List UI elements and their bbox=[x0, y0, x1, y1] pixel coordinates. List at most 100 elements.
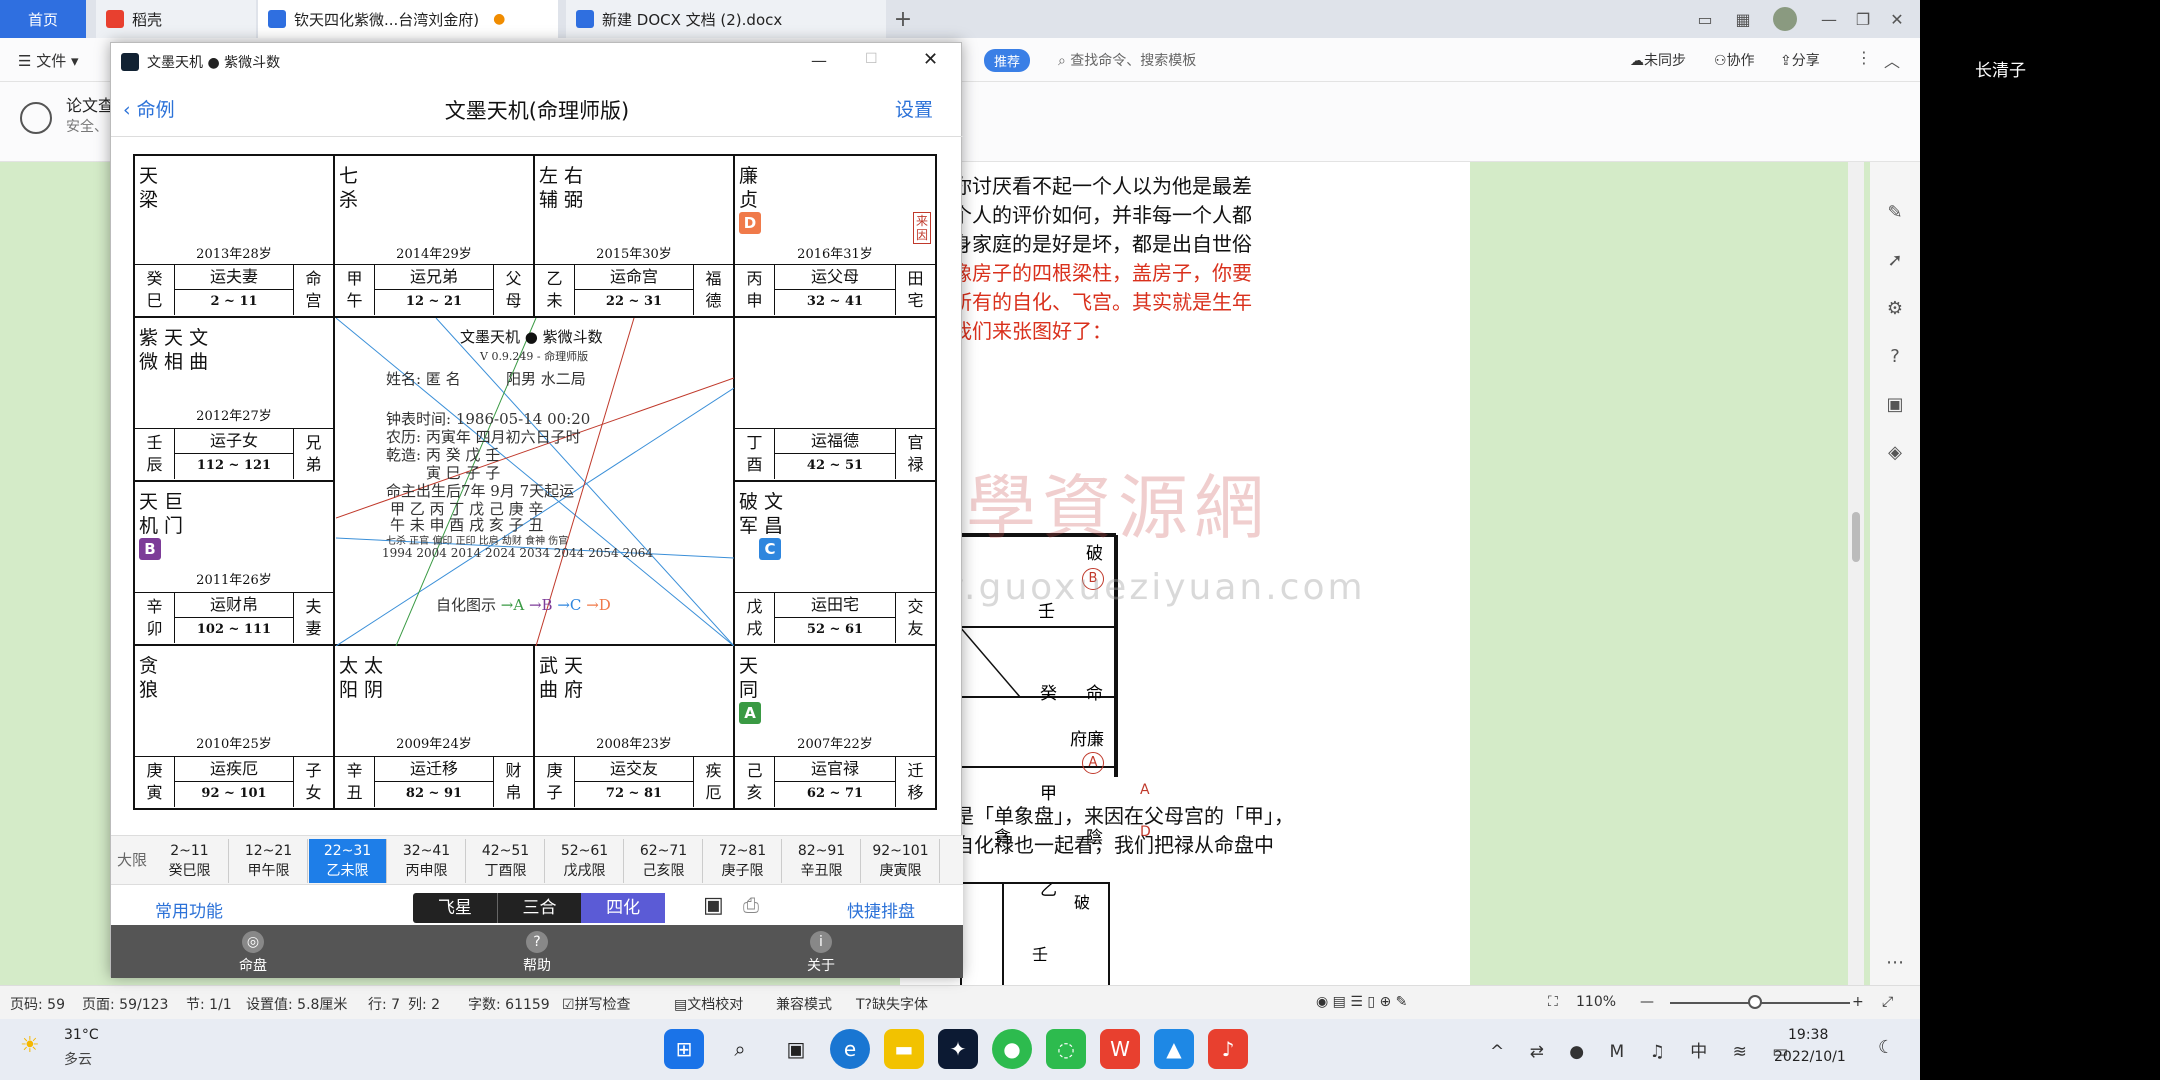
cursor-icon[interactable]: ➚ bbox=[1882, 250, 1908, 276]
daxian-gz: 癸巳限 bbox=[168, 863, 211, 879]
palace-cell[interactable]: 紫 天 文 微 相 曲 2012年27岁 壬 辰运子女 112 ~ 121 兄 弟 bbox=[133, 316, 335, 482]
common-functions-button[interactable]: 常用功能 bbox=[155, 897, 223, 922]
badge-c: C bbox=[759, 538, 781, 560]
print-icon[interactable]: ⎙ bbox=[743, 893, 759, 917]
location-icon[interactable]: ◈ bbox=[1882, 442, 1908, 468]
status-words[interactable]: 字数: 61159 bbox=[468, 994, 550, 1014]
palace-cell[interactable]: 七 杀 2014年29岁 甲 午运兄弟 12 ~ 21 父 母 bbox=[333, 154, 535, 318]
layout-icon[interactable]: ▭ bbox=[1690, 0, 1720, 38]
zoom-level[interactable]: 110% bbox=[1576, 994, 1616, 1010]
avatar[interactable] bbox=[1770, 0, 1800, 38]
help-icon[interactable]: ? bbox=[1882, 346, 1908, 372]
start-icon[interactable]: ⊞ bbox=[664, 1029, 704, 1069]
close-icon[interactable]: ✕ bbox=[923, 49, 938, 70]
daxian-item[interactable]: 42~51 丁酉限 bbox=[467, 839, 545, 883]
tab-doc2[interactable]: 新建 DOCX 文档 (2).docx bbox=[566, 0, 886, 38]
nav-chart[interactable]: ◎ 命盘 bbox=[213, 931, 293, 975]
tray-icons[interactable]: ^ ⇄ ● M ♫ 中 ≋ ▭ bbox=[1490, 1037, 1798, 1062]
palace-cell[interactable]: 丁 酉运福德 42 ~ 51 官 禄 bbox=[733, 316, 937, 482]
tab-home[interactable]: 首页 bbox=[0, 0, 86, 38]
tab-doc1[interactable]: 钦天四化紫微...台湾刘金府) ● bbox=[258, 0, 558, 38]
restore-icon[interactable]: ❐ bbox=[1848, 0, 1878, 38]
mode-sihua[interactable]: 四化 bbox=[581, 893, 666, 923]
daxian-item[interactable]: 82~91 辛丑限 bbox=[783, 839, 861, 883]
collapse-icon[interactable]: ︿ bbox=[1884, 48, 1900, 72]
command-search[interactable]: ⌕ 查找命令、搜索模板 bbox=[1058, 50, 1196, 70]
fit-icon[interactable]: ⛶ bbox=[1548, 994, 1558, 1010]
daxian-item[interactable]: 92~101 庚寅限 bbox=[862, 839, 940, 883]
collab-button[interactable]: ⚇协作 bbox=[1714, 50, 1755, 70]
taskview-icon[interactable]: ▣ bbox=[776, 1029, 816, 1069]
apps-grid-icon[interactable]: ▦ bbox=[1728, 0, 1758, 38]
recommend-badge[interactable]: 推荐 bbox=[984, 49, 1031, 72]
notification-icon[interactable]: ☾ bbox=[1878, 1037, 1894, 1058]
more-icon[interactable]: ⋮ bbox=[1856, 48, 1872, 67]
zoom-in-icon[interactable]: + bbox=[1852, 994, 1864, 1010]
zoom-out-icon[interactable]: — bbox=[1640, 994, 1654, 1010]
missing-font[interactable]: T?缺失字体 bbox=[856, 994, 928, 1014]
vertical-scrollbar[interactable] bbox=[1848, 162, 1864, 985]
palace-cell[interactable]: 左 右 辅 弼 2015年30岁 乙 未运命宫 22 ~ 31 福 德 bbox=[533, 154, 735, 318]
spell-check[interactable]: ☑拼写检查 bbox=[562, 994, 631, 1014]
adjust-icon[interactable]: ⚙ bbox=[1882, 298, 1908, 324]
wps-icon[interactable]: W bbox=[1100, 1029, 1140, 1069]
nav-about[interactable]: i 关于 bbox=[781, 931, 861, 975]
tab-daoke[interactable]: 稻壳 bbox=[96, 0, 256, 38]
more-icon[interactable]: ⋯ bbox=[1882, 952, 1908, 978]
file-menu[interactable]: ☰ 文件 ▾ bbox=[18, 50, 79, 71]
daxian-item[interactable]: 32~41 丙申限 bbox=[388, 839, 466, 883]
clock-date[interactable]: 2022/10/1 bbox=[1774, 1049, 1846, 1065]
minimize-icon[interactable]: — bbox=[811, 51, 827, 70]
daxian-item[interactable]: 12~21 甲午限 bbox=[230, 839, 308, 883]
palace-cell[interactable]: 武 天 曲 府 2008年23岁 庚 子运交友 72 ~ 81 疾 厄 bbox=[533, 644, 735, 810]
pen-icon[interactable]: ✎ bbox=[1882, 202, 1908, 228]
ziwei-app-icon[interactable]: ✦ bbox=[938, 1029, 978, 1069]
scrollbar-thumb[interactable] bbox=[1852, 512, 1860, 562]
palace-cell[interactable]: 贪 狼 2010年25岁 庚 寅运疾厄 92 ~ 101 子 女 bbox=[133, 644, 335, 810]
daxian-item[interactable]: 72~81 庚子限 bbox=[704, 839, 782, 883]
listen-icon[interactable]: ♪ bbox=[1208, 1029, 1248, 1069]
app-icon[interactable]: ● bbox=[992, 1029, 1032, 1069]
image-icon[interactable]: ▣ bbox=[1882, 394, 1908, 420]
palace-cell[interactable]: 天 梁 2013年28岁 癸 巳运夫妻 2 ~ 11 命 宫 bbox=[133, 154, 335, 318]
daxian-range: 92~101 bbox=[872, 843, 929, 859]
minimize-icon[interactable]: — bbox=[1814, 0, 1844, 38]
mode-feixing[interactable]: 飞星 bbox=[413, 893, 497, 923]
photos-icon[interactable]: ▲ bbox=[1154, 1029, 1194, 1069]
edge-icon[interactable]: e bbox=[830, 1029, 870, 1069]
legend-d: →D bbox=[586, 596, 611, 614]
zoom-slider[interactable] bbox=[1670, 995, 1850, 1009]
palace-cell[interactable]: 太 太 阳 阴 2009年24岁 辛 丑运迁移 82 ~ 91 财 帛 bbox=[333, 644, 535, 810]
palace-cell[interactable]: 廉 贞 D 来 因 2016年31岁 丙 申运父母 32 ~ 41 田 宅 bbox=[733, 154, 937, 318]
daxian-item-selected[interactable]: 22~31 乙未限 bbox=[309, 839, 387, 883]
nav-help[interactable]: ? 帮助 bbox=[497, 931, 577, 975]
doc-proof[interactable]: ▤文档校对 bbox=[674, 994, 743, 1014]
fullscreen-icon[interactable]: ⤢ bbox=[1882, 994, 1893, 1010]
daxian-item[interactable]: 2~11 癸巳限 bbox=[151, 839, 229, 883]
wechat-icon[interactable]: ◌ bbox=[1046, 1029, 1086, 1069]
side-panel bbox=[1920, 0, 2160, 1080]
doc-line-5: 中所有的自化、飞宫。其实就是生年 bbox=[932, 290, 1252, 314]
palace-cell[interactable]: 破 文 军 昌 C 戊 戌运田宅 52 ~ 61 交 友 bbox=[733, 480, 937, 646]
diagram-arrow-label-a: A bbox=[1140, 782, 1150, 798]
clock-time[interactable]: 19:38 bbox=[1788, 1027, 1828, 1043]
daxian-item[interactable]: 52~61 戊戌限 bbox=[546, 839, 624, 883]
daxian-item[interactable]: 62~71 己亥限 bbox=[625, 839, 703, 883]
folder-icon[interactable]: ▬ bbox=[884, 1029, 924, 1069]
zoom-slider-thumb[interactable] bbox=[1748, 995, 1762, 1009]
settings-button[interactable]: 设置 bbox=[895, 95, 933, 122]
close-icon[interactable]: ✕ bbox=[1882, 0, 1912, 38]
palace-cell[interactable]: 天 同 A 2007年22岁 己 亥运官禄 62 ~ 71 迁 移 bbox=[733, 644, 937, 810]
save-icon[interactable]: ▣ bbox=[703, 893, 724, 918]
palace-name: 官 禄 bbox=[895, 429, 935, 479]
view-icons[interactable]: ◉ ▤ ☰ ▯ ⊕ ✎ bbox=[1316, 994, 1407, 1010]
palace-cell[interactable]: 天 巨 机 门 B 2011年26岁 辛 卯运财帛 102 ~ 111 夫 妻 bbox=[133, 480, 335, 646]
ribbon-title[interactable]: 论文查 bbox=[66, 92, 114, 116]
share-button[interactable]: ⇪分享 bbox=[1780, 50, 1820, 70]
palace-year: 2010年25岁 bbox=[196, 737, 272, 752]
new-tab-button[interactable]: + bbox=[888, 0, 918, 38]
sync-button[interactable]: ☁未同步 bbox=[1630, 50, 1686, 70]
quick-chart-button[interactable]: 快捷排盘 bbox=[847, 897, 915, 922]
mode-sanhe[interactable]: 三合 bbox=[496, 893, 582, 923]
search-icon[interactable]: ⌕ bbox=[720, 1029, 760, 1069]
